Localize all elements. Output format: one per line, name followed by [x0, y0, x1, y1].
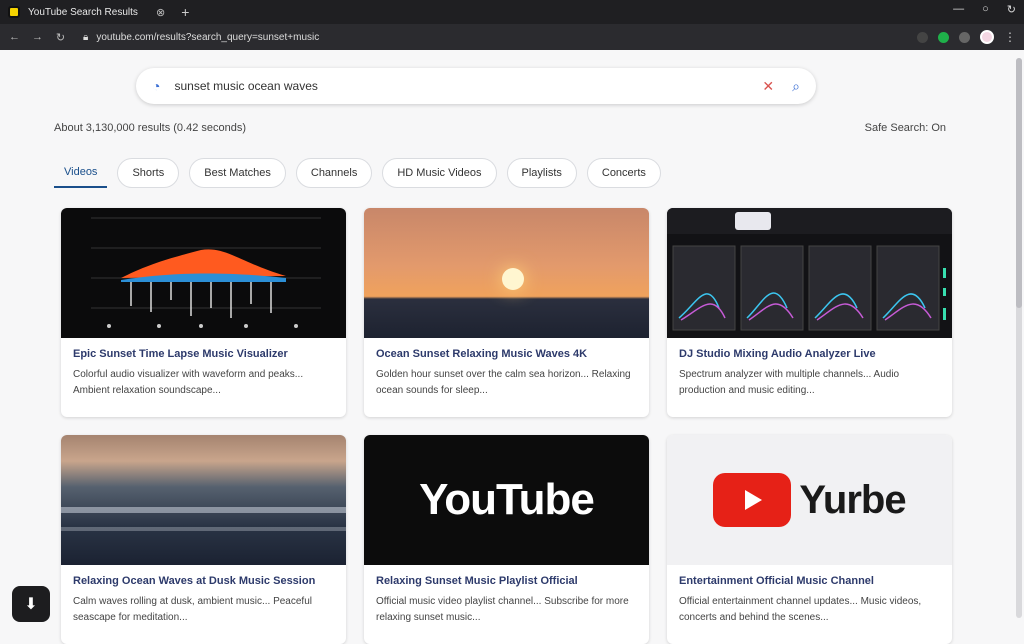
card-snippet: Golden hour sunset over the calm sea hor…: [376, 369, 631, 396]
result-card[interactable]: DJ Studio Mixing Audio Analyzer Live Spe…: [667, 208, 952, 417]
thumbnail-ocean-dusk[interactable]: [61, 435, 346, 565]
result-card[interactable]: YouTube Relaxing Sunset Music Playlist O…: [364, 435, 649, 644]
results-count: About 3,130,000 results (0.42 seconds): [54, 122, 247, 134]
card-snippet: Spectrum analyzer with multiple channels…: [679, 369, 900, 396]
results-page: ◔ ✕ ⌕ About 3,130,000 results (0.42 seco…: [0, 50, 1024, 644]
google-lens-icon[interactable]: ◔: [152, 78, 160, 94]
thumbnail-visualizer[interactable]: [61, 208, 346, 338]
card-title[interactable]: Relaxing Sunset Music Playlist Official: [376, 575, 637, 587]
filter-chip-shorts[interactable]: Shorts: [117, 158, 180, 188]
tab-favicon-icon: [8, 6, 20, 18]
thumbnail-sunset[interactable]: [364, 208, 649, 338]
scrollbar-thumb[interactable]: [1016, 58, 1022, 308]
tab-bar: YouTube Search Results ⊗ + — ○ ↻: [0, 0, 1024, 24]
tab-title[interactable]: YouTube Search Results: [28, 7, 148, 18]
filter-chips: Videos Shorts Best Matches Channels HD M…: [54, 158, 661, 188]
thumbnail-analyzer[interactable]: [667, 208, 952, 338]
lock-icon: 🔒︎: [83, 31, 89, 43]
forward-icon[interactable]: →: [31, 31, 44, 43]
card-snippet: Official music video playlist channel...…: [376, 596, 629, 623]
card-snippet: Official entertainment channel updates..…: [679, 596, 922, 623]
safe-search-status[interactable]: Safe Search: On: [865, 122, 946, 134]
card-snippet: Calm waves rolling at dusk, ambient musi…: [73, 596, 312, 623]
youtube-logo: YouTube: [419, 475, 595, 524]
maximize-icon[interactable]: ○: [982, 3, 989, 16]
card-snippet: Colorful audio visualizer with waveform …: [73, 369, 304, 396]
reload-icon[interactable]: ↻: [54, 31, 67, 44]
card-title[interactable]: Ocean Sunset Relaxing Music Waves 4K: [376, 348, 637, 360]
clear-icon[interactable]: ✕: [762, 78, 774, 95]
close-window-icon[interactable]: ↻: [1007, 3, 1016, 16]
thumbnail-youtube-logo[interactable]: YouTube: [364, 435, 649, 565]
extension-puzzle-icon[interactable]: [959, 31, 970, 43]
download-button[interactable]: ⬇: [12, 586, 50, 622]
minimize-icon[interactable]: —: [953, 3, 964, 16]
filter-chip-videos[interactable]: Videos: [54, 158, 108, 188]
wave-crest: [61, 507, 346, 513]
filter-chip-channels[interactable]: Channels: [295, 158, 373, 188]
extension-icon[interactable]: [917, 31, 928, 43]
menu-icon[interactable]: ⋮: [1004, 30, 1016, 44]
card-title[interactable]: Relaxing Ocean Waves at Dusk Music Sessi…: [73, 575, 334, 587]
result-card[interactable]: Yurbe Entertainment Official Music Chann…: [667, 435, 952, 644]
extension-green-icon[interactable]: [938, 31, 949, 43]
youtube-wordmark: Yurbe: [799, 477, 906, 522]
wave-crest: [61, 527, 346, 531]
window-controls: — ○ ↻: [953, 3, 1016, 16]
search-box: ◔ ✕ ⌕: [136, 68, 816, 104]
card-title[interactable]: Epic Sunset Time Lapse Music Visualizer: [73, 348, 334, 360]
url-field[interactable]: 🔒︎ youtube.com/results?search_query=suns…: [77, 27, 907, 47]
filter-chip-best[interactable]: Best Matches: [189, 158, 286, 188]
results-grid: Epic Sunset Time Lapse Music Visualizer …: [61, 208, 952, 644]
result-card[interactable]: Epic Sunset Time Lapse Music Visualizer …: [61, 208, 346, 417]
filter-chip-concerts[interactable]: Concerts: [586, 158, 661, 188]
new-tab-button[interactable]: +: [181, 4, 189, 20]
search-icon[interactable]: ⌕: [792, 78, 800, 95]
sun-shape: [502, 268, 524, 290]
download-icon: ⬇: [24, 596, 38, 613]
thumbnail-youtube-logo-light[interactable]: Yurbe: [667, 435, 952, 565]
tab-close-icon[interactable]: ⊗: [156, 6, 165, 19]
search-input[interactable]: [174, 79, 763, 93]
card-title[interactable]: DJ Studio Mixing Audio Analyzer Live: [679, 348, 940, 360]
play-button-icon: [713, 473, 792, 527]
result-card[interactable]: Ocean Sunset Relaxing Music Waves 4K Gol…: [364, 208, 649, 417]
filter-chip-hd[interactable]: HD Music Videos: [382, 158, 497, 188]
card-title[interactable]: Entertainment Official Music Channel: [679, 575, 940, 587]
url-text: youtube.com/results?search_query=sunset+…: [96, 31, 320, 43]
filter-chip-playlists[interactable]: Playlists: [506, 158, 577, 188]
result-card[interactable]: Relaxing Ocean Waves at Dusk Music Sessi…: [61, 435, 346, 644]
address-bar: ← → ↻ 🔒︎ youtube.com/results?search_quer…: [0, 24, 1024, 50]
toolbar-extensions: ⋮: [917, 30, 1016, 44]
profile-avatar[interactable]: [980, 30, 994, 44]
back-icon[interactable]: ←: [8, 31, 21, 43]
